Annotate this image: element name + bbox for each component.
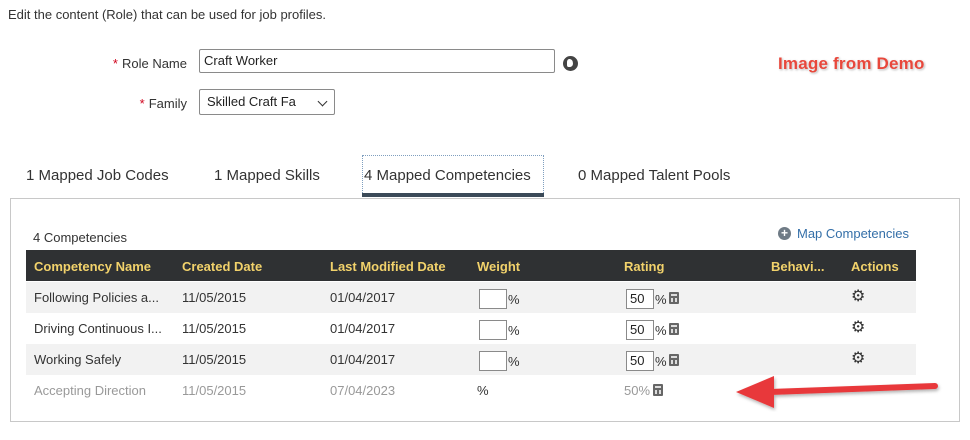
gear-icon[interactable]: ⚙: [851, 320, 865, 336]
rating-value: 50%: [624, 383, 651, 398]
column-behaviors[interactable]: Behavi...: [771, 259, 824, 274]
column-rating[interactable]: Rating: [624, 259, 664, 274]
family-label: * Family: [7, 96, 187, 111]
globe-icon[interactable]: [563, 56, 578, 71]
weight-input[interactable]: [479, 320, 507, 340]
modified-date: 01/04/2017: [330, 321, 396, 336]
modified-date: 01/04/2017: [330, 290, 396, 305]
column-competency-name[interactable]: Competency Name: [34, 259, 151, 274]
created-date: 11/05/2015: [182, 321, 247, 336]
competency-name[interactable]: Following Policies a...: [34, 290, 159, 305]
role-name-label: * Role Name: [7, 56, 187, 71]
column-actions[interactable]: Actions: [851, 259, 899, 274]
tab-mapped-job-codes[interactable]: 1 Mapped Job Codes: [26, 167, 169, 184]
arrow-shaft: [767, 383, 938, 395]
required-mark: *: [139, 96, 145, 111]
modified-date: 07/04/2023: [330, 383, 396, 398]
arrow-head: [736, 376, 774, 408]
map-competencies-link[interactable]: + Map Competencies: [778, 226, 909, 241]
percent-sign: %: [508, 292, 520, 307]
created-date: 11/05/2015: [182, 352, 247, 367]
created-date: 11/05/2015: [182, 383, 247, 398]
modified-date: 01/04/2017: [330, 352, 396, 367]
weight-input[interactable]: [479, 289, 507, 309]
weight-input[interactable]: [479, 351, 507, 371]
rating-input[interactable]: 50: [626, 351, 654, 371]
competency-name: Accepting Direction: [34, 383, 146, 398]
family-label-text: Family: [148, 96, 187, 111]
column-created-date[interactable]: Created Date: [182, 259, 262, 274]
percent-sign: %: [655, 292, 667, 307]
column-weight[interactable]: Weight: [477, 259, 520, 274]
tab-mapped-talent-pools[interactable]: 0 Mapped Talent Pools: [578, 167, 730, 184]
gear-icon[interactable]: ⚙: [851, 351, 865, 367]
role-name-label-text: Role Name: [121, 56, 187, 71]
tab-mapped-competencies[interactable]: 4 Mapped Competencies: [364, 167, 531, 184]
tab-mapped-skills[interactable]: 1 Mapped Skills: [214, 167, 320, 184]
created-date: 11/05/2015: [182, 290, 247, 305]
calculator-icon: [653, 384, 663, 396]
percent-sign: %: [508, 354, 520, 369]
active-tab-underline: [362, 193, 544, 197]
role-name-input[interactable]: Craft Worker: [199, 49, 555, 73]
required-mark: *: [112, 56, 118, 71]
percent-sign: %: [508, 323, 520, 338]
calculator-icon[interactable]: [669, 354, 679, 366]
calculator-icon[interactable]: [669, 323, 679, 335]
table-row: [26, 282, 916, 313]
gear-icon[interactable]: ⚙: [851, 289, 865, 305]
chevron-down-icon: [317, 96, 328, 107]
percent-sign: %: [655, 323, 667, 338]
demo-watermark: Image from Demo: [778, 54, 925, 73]
annotation-arrow: [736, 376, 938, 408]
page-description: Edit the content (Role) that can be used…: [8, 7, 326, 22]
map-competencies-label: Map Competencies: [797, 226, 909, 241]
family-select[interactable]: Skilled Craft Fa: [199, 89, 335, 115]
plus-circle-icon: +: [778, 227, 791, 240]
percent-sign: %: [655, 354, 667, 369]
family-select-value: Skilled Craft Fa: [207, 94, 296, 109]
calculator-icon[interactable]: [669, 292, 679, 304]
competency-name[interactable]: Driving Continuous I...: [34, 321, 162, 336]
competency-count: 4 Competencies: [33, 230, 127, 245]
column-last-modified-date[interactable]: Last Modified Date: [330, 259, 446, 274]
rating-input[interactable]: 50: [626, 320, 654, 340]
competency-name[interactable]: Working Safely: [34, 352, 121, 367]
rating-input[interactable]: 50: [626, 289, 654, 309]
weight-value: %: [477, 383, 489, 398]
